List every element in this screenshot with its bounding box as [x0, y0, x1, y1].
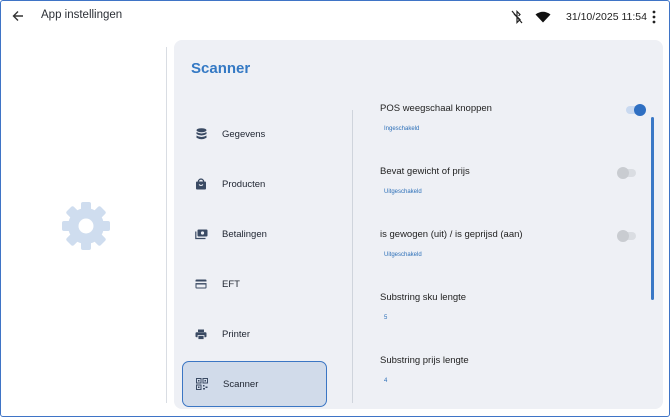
setting-gewicht-of-prijs[interactable]: Bevat gewicht of prijs Uitgeschakeld — [380, 166, 650, 195]
setting-label: Substring prijs lengte — [380, 355, 469, 366]
panel-divider — [352, 110, 353, 403]
nav-item-eft[interactable]: EFT — [182, 261, 327, 307]
wifi-icon — [535, 11, 551, 23]
nav-item-label: Printer — [222, 328, 250, 340]
printer-icon — [194, 327, 208, 341]
settings-scrollbar[interactable] — [651, 117, 654, 300]
setting-gewogen-geprijsd[interactable]: is gewogen (uit) / is geprijsd (aan) Uit… — [380, 229, 650, 258]
nav-item-label: Producten — [222, 178, 266, 190]
left-divider — [166, 47, 167, 403]
credit-card-icon — [194, 277, 208, 291]
page-title: Scanner — [191, 60, 251, 77]
nav-item-label: EFT — [222, 278, 240, 290]
toggle-knob — [617, 167, 629, 179]
app-title: App instellingen — [41, 9, 123, 21]
toggle-gewogen-geprijsd[interactable] — [617, 230, 636, 242]
arrow-left-icon — [12, 11, 23, 21]
setting-label: Substring sku lengte — [380, 292, 467, 303]
back-button[interactable] — [9, 7, 27, 25]
nav-item-label: Gegevens — [222, 128, 266, 140]
nav-item-label: Scanner — [223, 378, 259, 390]
status-datetime: 31/10/2025 11:54 — [566, 11, 647, 23]
nav-item-producten[interactable]: Producten — [182, 161, 327, 207]
setting-label: Bevat gewicht of prijs — [380, 166, 470, 177]
nav-item-printer[interactable]: Printer — [182, 311, 327, 357]
setting-value: Ingeschakeld — [384, 126, 420, 132]
qr-code-icon — [195, 377, 209, 391]
nav-item-label: Betalingen — [222, 228, 267, 240]
nav-item-scanner[interactable]: Scanner — [182, 361, 327, 407]
setting-label: is gewogen (uit) / is geprijsd (aan) — [380, 229, 523, 240]
more-vert-icon[interactable] — [650, 9, 658, 25]
nav-item-gegevens[interactable]: Gegevens — [182, 111, 327, 157]
setting-label: POS weegschaal knoppen — [380, 103, 492, 114]
setting-value: 5 — [384, 315, 388, 321]
setting-substring-prijs[interactable]: Substring prijs lengte 4 — [380, 355, 650, 384]
bluetooth-disabled-icon — [511, 10, 523, 24]
database-icon — [194, 127, 208, 141]
payments-icon — [194, 227, 208, 241]
setting-pos-weegschaal[interactable]: POS weegschaal knoppen Ingeschakeld — [380, 103, 650, 132]
toggle-knob — [634, 104, 646, 116]
settings-gear-icon — [62, 202, 110, 250]
top-bar: App instellingen 31/10/2025 11:54 — [0, 0, 670, 34]
setting-value: Uitgeschakeld — [384, 252, 422, 258]
setting-value: 4 — [384, 378, 388, 384]
setting-substring-sku[interactable]: Substring sku lengte 5 — [380, 292, 650, 321]
settings-panel: Scanner Gegevens Producten Betalingen EF… — [174, 40, 663, 409]
toggle-pos-weegschaal[interactable] — [626, 104, 646, 116]
setting-value: Uitgeschakeld — [384, 189, 422, 195]
nav-item-betalingen[interactable]: Betalingen — [182, 211, 327, 257]
shopping-bag-icon — [194, 177, 208, 191]
toggle-gewicht-of-prijs[interactable] — [617, 167, 636, 179]
toggle-knob — [617, 230, 629, 242]
